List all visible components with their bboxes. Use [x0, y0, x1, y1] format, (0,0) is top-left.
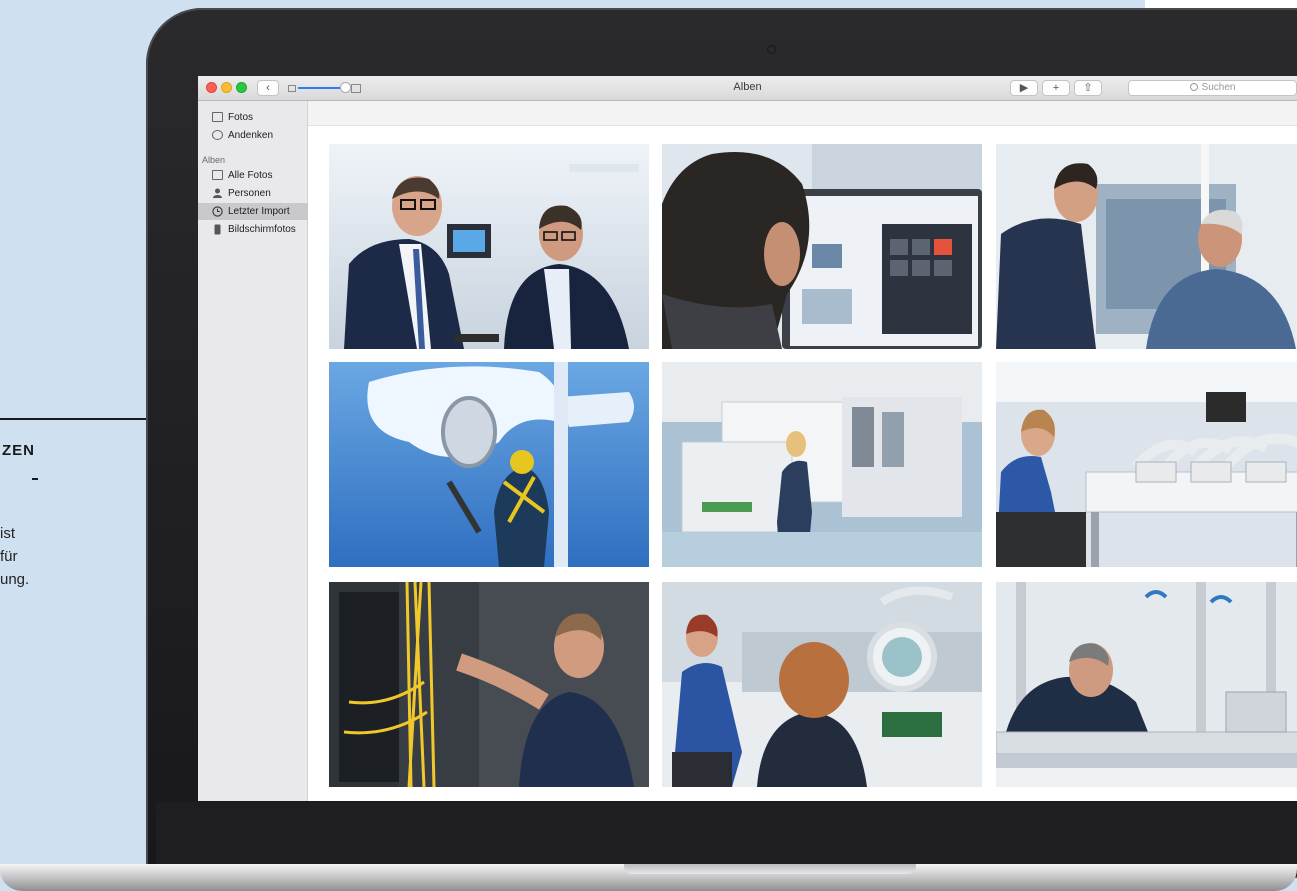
laptop-hinge-notch	[624, 864, 916, 874]
window-titlebar: ‹ Alben ▶ + ⇧ Suchen	[198, 76, 1297, 101]
camera-icon	[767, 45, 776, 54]
add-button[interactable]: +	[1042, 80, 1070, 96]
screenshot-icon	[212, 224, 223, 235]
slideshow-button[interactable]: ▶	[1010, 80, 1038, 96]
photo-thumbnail-7[interactable]	[329, 582, 649, 787]
sidebar: Fotos Andenken Alben Alle Fotos Personen…	[198, 101, 308, 801]
photo-thumbnail-1[interactable]	[329, 144, 649, 349]
heading-dash	[32, 478, 38, 480]
photo-thumbnail-2[interactable]	[662, 144, 982, 349]
content-toolbar	[308, 101, 1297, 126]
person-icon	[212, 188, 223, 198]
page-corner	[1145, 0, 1297, 8]
clock-icon	[212, 206, 223, 217]
sidebar-item-alle-fotos[interactable]: Alle Fotos	[198, 167, 308, 184]
sidebar-item-label: Bildschirmfotos	[228, 224, 296, 235]
memories-icon	[212, 130, 223, 140]
photo-thumbnail-3[interactable]	[996, 144, 1297, 349]
sidebar-item-label: Andenken	[228, 130, 274, 141]
sidebar-item-fotos[interactable]: Fotos	[198, 109, 308, 126]
sidebar-item-personen[interactable]: Personen	[198, 185, 308, 202]
sidebar-item-label: Personen	[228, 188, 271, 199]
photo-thumbnail-6[interactable]	[996, 362, 1297, 567]
search-input[interactable]: Suchen	[1128, 80, 1297, 96]
search-icon	[1189, 83, 1198, 91]
photos-app-window: ‹ Alben ▶ + ⇧ Suchen Fotos Andenken Albe…	[198, 76, 1297, 801]
photo-thumbnail-9[interactable]	[996, 582, 1297, 787]
share-button[interactable]: ⇧	[1074, 80, 1102, 96]
sidebar-item-andenken[interactable]: Andenken	[198, 127, 308, 144]
sidebar-item-label: Fotos	[228, 112, 254, 123]
sidebar-item-label: Letzter Import	[228, 206, 290, 217]
sidebar-item-letzter-import[interactable]: Letzter Import	[198, 203, 308, 220]
sidebar-item-bildschirmfotos[interactable]: Bildschirmfotos	[198, 221, 308, 238]
laptop-bezel-bottom	[156, 802, 1297, 864]
photo-thumbnail-4[interactable]	[329, 362, 649, 567]
page-heading-fragment: ZEN	[2, 442, 35, 459]
photos-icon	[212, 112, 223, 122]
photo-thumbnail-8[interactable]	[662, 582, 982, 787]
sidebar-section-alben: Alben	[202, 155, 226, 165]
sidebar-item-label: Alle Fotos	[228, 170, 273, 181]
photo-thumbnail-5[interactable]	[662, 362, 982, 567]
all-photos-icon	[212, 170, 223, 180]
search-placeholder: Suchen	[1201, 82, 1236, 93]
page-body-fragment: ist für ung.	[0, 525, 30, 588]
